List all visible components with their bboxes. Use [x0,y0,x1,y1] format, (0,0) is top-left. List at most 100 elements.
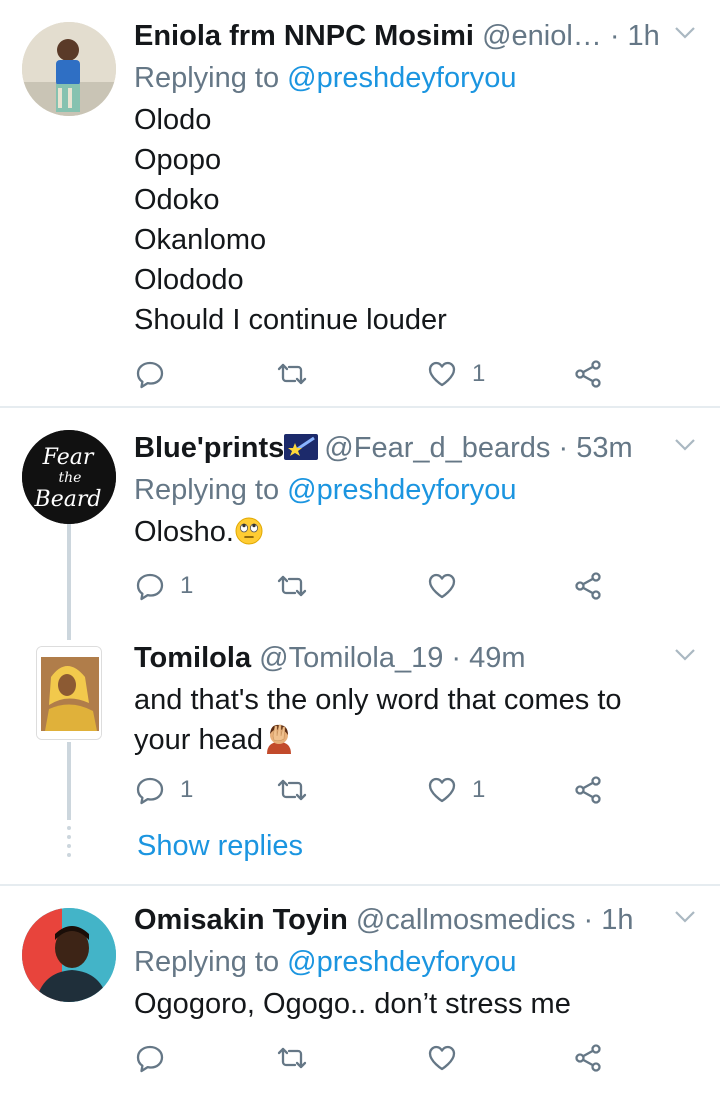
reply-button[interactable]: 1 [134,566,193,606]
retweet-icon [277,363,307,385]
reply-icon [136,777,164,805]
replying-to-label: Replying to [134,62,280,94]
avatar[interactable] [22,908,116,1002]
tweet-text: Olosho. [134,512,696,552]
user-handle[interactable]: @Fear_d_beards [324,432,550,464]
display-name[interactable]: Eniola frm NNPC Mosimi [134,20,474,52]
user-avatar-woman-icon [37,647,101,739]
retweet-button[interactable] [276,566,308,606]
retweet-button[interactable] [276,354,308,394]
chevron-down-icon[interactable] [674,910,696,924]
share-icon [575,1044,601,1072]
reply-icon [136,1045,164,1073]
tweet-text-line: Ogogoro, Ogogo.. don’t stress me [134,988,571,1020]
reply-count: 1 [180,572,194,599]
tweet-text-line: Olosho. [134,516,234,548]
user-avatar-child-icon [22,22,116,116]
timestamp[interactable]: · 1h [584,904,634,936]
share-button[interactable] [572,770,604,810]
tweet-1: Eniola frm NNPC Mosimi @eniol… · 1h Repl… [0,0,720,408]
display-name[interactable]: Blue'prints [134,432,284,464]
tweet-actions [134,1038,614,1078]
timestamp[interactable]: · 1h [610,20,660,52]
heart-icon [428,1045,456,1071]
chevron-down-icon[interactable] [674,26,696,40]
show-replies-link[interactable]: Show replies [137,826,303,866]
reply-button[interactable] [134,1038,166,1078]
like-button[interactable]: 1 [426,770,485,810]
heart-icon [428,777,456,803]
display-name[interactable]: Tomilola [134,642,251,674]
heart-icon [428,573,456,599]
avatar[interactable] [22,22,116,116]
shooting-star-emoji-icon [284,434,319,460]
tweet-text-line: Olododo [134,264,244,296]
tweet-text-line: and that's the only word that comes to [134,684,622,716]
tweet-text-line: Olodo [134,104,212,136]
avatar-text: Fear [42,445,95,470]
user-handle[interactable]: @callmosmedics [356,904,576,936]
tweet-text: and that's the only word that comes to y… [134,680,696,760]
tweet-2: Fear the Beard Blue'prints @Fear_d_beard… [0,408,720,636]
like-count: 1 [472,776,486,803]
tweet-header: Omisakin Toyin @callmosmedics · 1h [134,900,696,940]
display-name[interactable]: Omisakin Toyin [134,904,348,936]
tweet-actions: 1 1 [134,770,614,810]
tweet-text: Ogogoro, Ogogo.. don’t stress me [134,984,696,1024]
replying-to-label: Replying to [134,946,280,978]
mention-link[interactable]: @preshdeyforyou [287,474,516,506]
retweet-icon [277,1047,307,1069]
mention-link[interactable]: @preshdeyforyou [287,62,516,94]
eye-roll-emoji-icon [235,517,263,545]
avatar[interactable] [36,646,102,740]
tweet-3: Tomilola @Tomilola_19 · 49m and that's t… [0,636,720,886]
tweet-text-line: Okanlomo [134,224,267,256]
tweet-header: Blue'prints @Fear_d_beards · 53m [134,428,696,468]
reply-count: 1 [180,776,194,803]
timestamp[interactable]: · 49m [451,642,525,674]
avatar-text: the [59,470,82,486]
tweet-actions: 1 [134,566,614,606]
tweet-text-line: your head [134,724,263,756]
share-icon [575,572,601,600]
reply-button[interactable] [134,354,166,394]
avatar[interactable]: Fear the Beard [22,430,116,524]
timestamp[interactable]: · 53m [558,432,632,464]
heart-icon [428,361,456,387]
chevron-down-icon[interactable] [674,438,696,452]
mention-link[interactable]: @preshdeyforyou [287,946,516,978]
avatar-text: Beard [34,487,102,512]
user-handle[interactable]: @Tomilola_19 [259,642,443,674]
reply-button[interactable]: 1 [134,770,193,810]
like-button[interactable] [426,1038,458,1078]
share-icon [575,360,601,388]
share-button[interactable] [572,354,604,394]
replying-to-label: Replying to [134,474,280,506]
share-button[interactable] [572,1038,604,1078]
retweet-button[interactable] [276,1038,308,1078]
retweet-icon [277,575,307,597]
replying-to: Replying to @preshdeyforyou [134,58,696,98]
retweet-button[interactable] [276,770,308,810]
like-count: 1 [472,360,486,387]
reply-icon [136,361,164,389]
chevron-down-icon[interactable] [674,648,696,662]
replying-to: Replying to @preshdeyforyou [134,470,696,510]
tweet-header: Tomilola @Tomilola_19 · 49m [134,638,696,678]
reply-icon [136,573,164,601]
user-avatar-man-icon [22,908,116,1002]
tweet-text-line: Should I continue louder [134,304,447,336]
tweet-text-line: Opopo [134,144,222,176]
fear-the-beard-logo-icon: Fear the Beard [22,430,116,524]
user-handle[interactable]: @eniol… [482,20,602,52]
tweet-header: Eniola frm NNPC Mosimi @eniol… · 1h [134,16,696,56]
tweet-actions: 1 [134,354,614,394]
like-button[interactable]: 1 [426,354,485,394]
retweet-icon [277,779,307,801]
share-button[interactable] [572,566,604,606]
tweet-text: Olodo Opopo Odoko Okanlomo Olododo Shoul… [134,100,696,340]
like-button[interactable] [426,566,458,606]
facepalm-emoji-icon [267,724,291,754]
share-icon [575,776,601,804]
tweet-4: Omisakin Toyin @callmosmedics · 1h Reply… [0,886,720,1094]
